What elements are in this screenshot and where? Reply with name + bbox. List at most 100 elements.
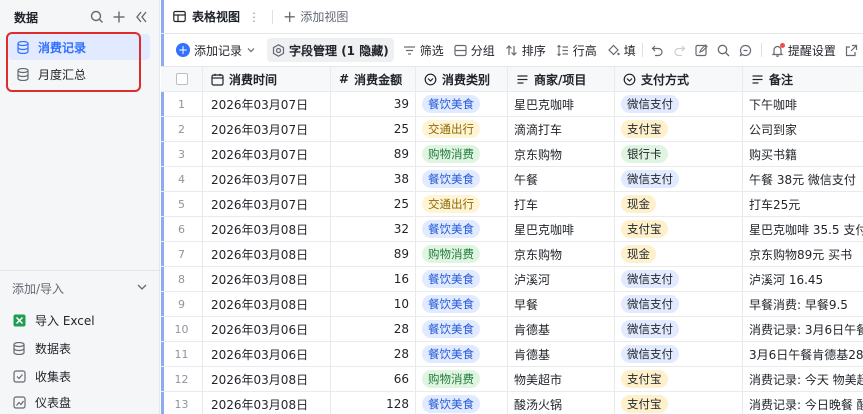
table-row[interactable]: 11 2026年03月06日 28 餐饮美食 肯德基 微信支付 3月6日午餐肯德基28元 [161,342,863,367]
note-cell[interactable]: 午餐 38元 微信支付 [743,167,863,191]
date-cell[interactable]: 2026年03月06日 [203,342,331,366]
date-cell[interactable]: 2026年03月07日 [203,167,331,191]
comment-icon[interactable] [735,38,757,62]
amount-cell[interactable]: 25 [331,117,416,141]
date-cell[interactable]: 2026年03月07日 [203,142,331,166]
table-row[interactable]: 6 2026年03月08日 32 餐饮美食 星巴克咖啡 支付宝 星巴克咖啡 35.5 支付宝 [161,217,863,242]
date-cell[interactable]: 2026年03月07日 [203,92,331,116]
category-cell[interactable]: 餐饮美食 [416,317,508,341]
note-cell[interactable]: 消费记录: 今天 物美超市 [743,367,863,391]
note-cell[interactable]: 消费记录: 今日晚餐 酸汤 [743,392,863,414]
merchant-cell[interactable]: 早餐 [508,292,615,316]
group-button[interactable]: 分组 [449,38,500,62]
payment-cell[interactable]: 支付宝 [615,367,743,391]
table-row[interactable]: 7 2026年03月08日 89 购物消费 京东购物 现金 京东购物89元 买书 [161,242,863,267]
form-button[interactable]: 收集表 [8,364,150,388]
row-height-button[interactable]: 行高 [551,38,602,62]
category-cell[interactable]: 餐饮美食 [416,292,508,316]
sidebar-item-consumption-records[interactable]: 消费记录 [8,34,150,60]
category-cell[interactable]: 餐饮美食 [416,267,508,291]
amount-cell[interactable]: 28 [331,342,416,366]
column-header-category[interactable]: 消费类别 [416,67,508,91]
payment-cell[interactable]: 银行卡 [615,142,743,166]
merchant-cell[interactable]: 酸汤火锅 [508,392,615,414]
amount-cell[interactable]: 10 [331,292,416,316]
field-manage-button[interactable]: 字段管理 (1 隐藏) [267,38,394,62]
import-excel-button[interactable]: 导入 Excel [8,308,150,332]
table-row[interactable]: 12 2026年03月08日 66 购物消费 物美超市 支付宝 消费记录: 今天 物美超市 [161,367,863,392]
sidebar-item-monthly-summary[interactable]: 月度汇总 [8,61,150,87]
collapse-sidebar-icon[interactable] [132,8,150,26]
date-cell[interactable]: 2026年03月07日 [203,192,331,216]
payment-cell[interactable]: 微信支付 [615,342,743,366]
dashboard-button[interactable]: 仪表盘 [8,390,150,414]
payment-cell[interactable]: 微信支付 [615,317,743,341]
payment-cell[interactable]: 微信支付 [615,292,743,316]
payment-cell[interactable]: 现金 [615,192,743,216]
search-icon[interactable] [88,8,106,26]
payment-cell[interactable]: 支付宝 [615,117,743,141]
amount-cell[interactable]: 32 [331,217,416,241]
more-icon[interactable]: ⋮ [248,10,260,24]
category-cell[interactable]: 交通出行 [416,117,508,141]
add-import-section[interactable]: 添加/导入 [12,278,148,298]
add-record-button[interactable]: + 添加记录 [171,38,261,62]
category-cell[interactable]: 购物消费 [416,367,508,391]
payment-cell[interactable]: 支付宝 [615,217,743,241]
date-cell[interactable]: 2026年03月07日 [203,117,331,141]
note-cell[interactable]: 早餐消费: 早餐9.5 [743,292,863,316]
add-icon[interactable] [110,8,128,26]
select-all-checkbox[interactable] [161,67,203,91]
amount-cell[interactable]: 16 [331,267,416,291]
table-row[interactable]: 2 2026年03月07日 25 交通出行 滴滴打车 支付宝 公司到家 [161,117,863,142]
undo-icon[interactable] [647,38,669,62]
category-cell[interactable]: 交通出行 [416,192,508,216]
table-row[interactable]: 4 2026年03月07日 38 餐饮美食 午餐 微信支付 午餐 38元 微信支付 [161,167,863,192]
category-cell[interactable]: 餐饮美食 [416,92,508,116]
note-cell[interactable]: 京东购物89元 买书 [743,242,863,266]
checkbox[interactable] [175,73,188,85]
table-row[interactable]: 10 2026年03月06日 28 餐饮美食 肯德基 微信支付 消费记录: 3月6日午餐 [161,317,863,342]
amount-cell[interactable]: 25 [331,192,416,216]
merchant-cell[interactable]: 肯德基 [508,342,615,366]
column-header-date[interactable]: 消费时间 [203,67,331,91]
date-cell[interactable]: 2026年03月08日 [203,392,331,414]
merchant-cell[interactable]: 星巴克咖啡 [508,217,615,241]
table-row[interactable]: 3 2026年03月07日 89 购物消费 京东购物 银行卡 购买书籍 [161,142,863,167]
amount-cell[interactable]: 38 [331,167,416,191]
merchant-cell[interactable]: 滴滴打车 [508,117,615,141]
merchant-cell[interactable]: 京东购物 [508,242,615,266]
redo-icon[interactable] [669,38,691,62]
note-cell[interactable]: 泸溪河 16.45 [743,267,863,291]
filter-button[interactable]: 筛选 [398,38,449,62]
data-table-button[interactable]: 数据表 [8,336,150,360]
category-cell[interactable]: 餐饮美食 [416,167,508,191]
search-icon[interactable] [713,38,735,62]
note-cell[interactable]: 星巴克咖啡 35.5 支付宝 [743,217,863,241]
category-cell[interactable]: 餐饮美食 [416,392,508,414]
amount-cell[interactable]: 128 [331,392,416,414]
date-cell[interactable]: 2026年03月08日 [203,292,331,316]
date-cell[interactable]: 2026年03月08日 [203,367,331,391]
reminder-settings-button[interactable]: 提醒设置 [766,38,841,62]
date-cell[interactable]: 2026年03月08日 [203,242,331,266]
amount-cell[interactable]: 39 [331,92,416,116]
add-view-button[interactable]: + 添加视图 [277,7,348,26]
column-header-merchant[interactable]: 商家/项目 [508,67,615,91]
merchant-cell[interactable]: 星巴克咖啡 [508,92,615,116]
note-cell[interactable]: 购买书籍 [743,142,863,166]
merchant-cell[interactable]: 物美超市 [508,367,615,391]
merchant-cell[interactable]: 肯德基 [508,317,615,341]
tab-grid-view[interactable]: 表格视图 ⋮ [161,0,268,34]
payment-cell[interactable]: 现金 [615,242,743,266]
amount-cell[interactable]: 28 [331,317,416,341]
table-row[interactable]: 1 2026年03月07日 39 餐饮美食 星巴克咖啡 微信支付 下午咖啡 [161,92,863,117]
note-cell[interactable]: 下午咖啡 [743,92,863,116]
date-cell[interactable]: 2026年03月06日 [203,317,331,341]
note-cell[interactable]: 消费记录: 3月6日午餐 [743,317,863,341]
payment-cell[interactable]: 微信支付 [615,92,743,116]
table-row[interactable]: 9 2026年03月08日 10 餐饮美食 早餐 微信支付 早餐消费: 早餐9.5 [161,292,863,317]
edit-icon[interactable] [691,38,713,62]
amount-cell[interactable]: 89 [331,142,416,166]
sort-button[interactable]: 排序 [500,38,551,62]
